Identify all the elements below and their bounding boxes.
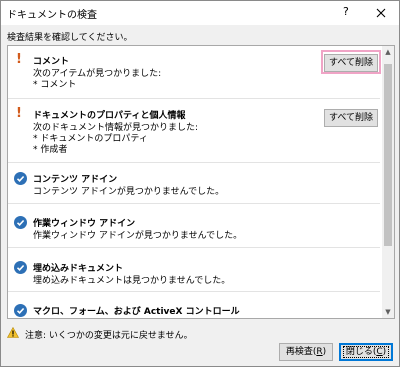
warning-text: 注意: いくつかの変更は元に戻せません。 — [25, 331, 193, 341]
help-button[interactable]: ? — [343, 5, 349, 18]
close-label: 閉じる( — [345, 347, 377, 357]
close-button[interactable]: 閉じる(C) — [339, 343, 393, 361]
divider — [8, 98, 380, 99]
scrollbar-thumb[interactable] — [384, 64, 392, 246]
reinspect-label-end: ) — [322, 347, 327, 357]
checkmark-icon — [14, 216, 27, 229]
result-title: マクロ、フォーム、および ActiveX コントロール — [33, 307, 240, 317]
warning-exclamation-icon: ! — [16, 106, 22, 121]
result-detail: * 作成者 — [33, 145, 68, 155]
checkmark-icon — [14, 172, 27, 185]
reinspect-button[interactable]: 再検査(R) — [279, 343, 333, 361]
checkmark-icon — [14, 261, 27, 274]
focus-rect: 閉じる(C) — [343, 346, 389, 358]
checkmark-icon — [14, 304, 27, 317]
warning-triangle-icon — [6, 326, 20, 338]
remove-all-comments-button[interactable]: すべて削除 — [324, 54, 378, 72]
result-detail: 埋め込みドキュメントは見つかりませんでした。 — [33, 276, 231, 286]
result-detail: コンテンツ アドインが見つかりませんでした。 — [33, 187, 225, 197]
title-bar: ドキュメントの検査 ? — [1, 1, 399, 25]
warning-exclamation-icon: ! — [16, 52, 22, 67]
dialog-title: ドキュメントの検査 — [7, 10, 97, 21]
results-list[interactable]: ! コメント 次のアイテムが見つかりました: * コメント すべて削除 ! ドキ… — [7, 45, 395, 319]
result-detail: 作業ウィンドウ アドインが見つかりませんでした。 — [33, 231, 243, 241]
document-inspector-dialog: ドキュメントの検査 ? 検査結果を確認してください。 ! コメント 次のアイテム… — [0, 0, 400, 367]
vertical-scrollbar[interactable]: ▲ ▼ — [382, 46, 394, 318]
instruction-text: 検査結果を確認してください。 — [7, 33, 133, 43]
scroll-up-icon[interactable]: ▲ — [382, 46, 394, 58]
result-detail: * コメント — [33, 80, 77, 90]
divider — [8, 247, 380, 248]
divider — [8, 203, 380, 204]
remove-all-properties-button[interactable]: すべて削除 — [324, 109, 378, 127]
divider — [8, 291, 380, 292]
reinspect-label: 再検査( — [285, 347, 317, 357]
close-label-end: ) — [382, 347, 387, 357]
divider — [8, 162, 380, 163]
close-icon[interactable] — [373, 5, 389, 21]
scroll-down-icon[interactable]: ▼ — [382, 306, 394, 318]
